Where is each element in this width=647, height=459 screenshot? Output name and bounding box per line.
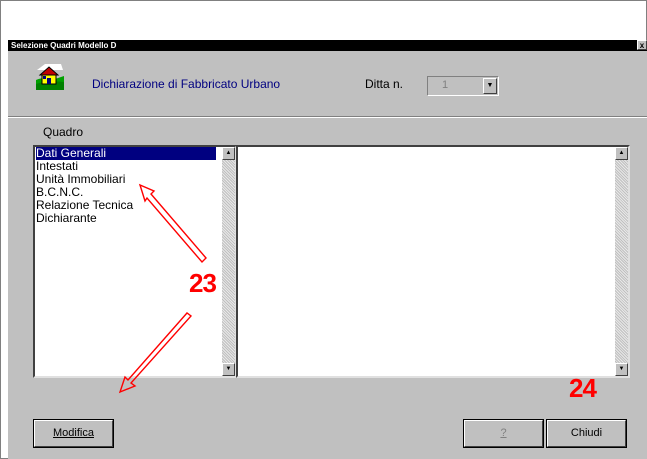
annotation-arrows: [118, 183, 207, 394]
arrow-to-modifica-button: [118, 312, 193, 394]
arrow-to-unita-immobiliari: [138, 183, 207, 264]
dialog-window: Selezione Quadri Modello D x Dichiarazio…: [8, 40, 647, 459]
